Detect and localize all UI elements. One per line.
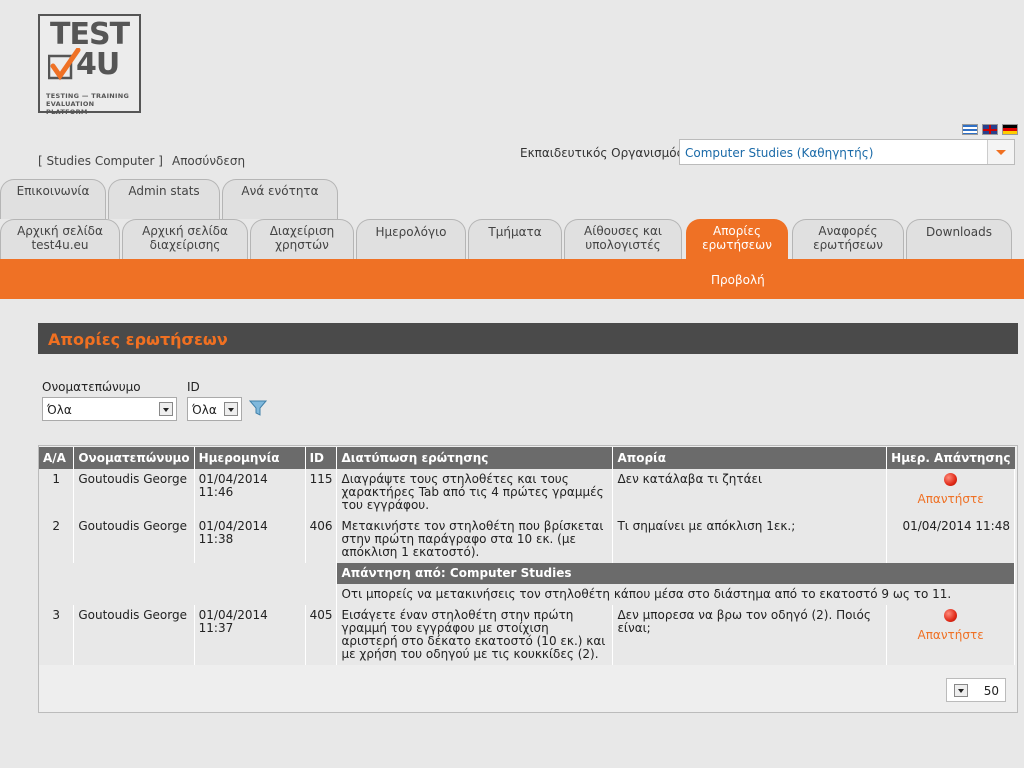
tab-downloads[interactable]: Downloads [906,219,1012,259]
tab-departments[interactable]: Τμήματα [468,219,562,259]
unanswered-status-icon [944,609,958,622]
logo-text-test: TEST [50,17,130,52]
tab-label: Τμήματα [488,225,542,239]
tab-label: Ανά ενότητα [241,184,319,198]
tab-user-management[interactable]: Διαχείριση χρηστών [250,219,354,259]
tab-question-issues[interactable]: Απορίες ερωτήσεων [686,219,788,259]
col-header-answer-date[interactable]: Ημερ. Απάντησης [886,447,1015,469]
cell-aa: 3 [39,605,75,665]
subnav-bar [0,259,1024,299]
filter-name-select[interactable]: Όλα [42,397,177,421]
tab-label: Διαχείριση χρηστών [269,224,335,252]
filter-name-label: Ονοματεπώνυμο [42,380,141,394]
filter-id-value: Όλα [192,403,217,417]
logout-link[interactable]: Αποσύνδεση [172,154,245,168]
col-header-name[interactable]: Ονοματεπώνυμο [73,447,195,469]
tab-label: Ημερολόγιο [375,225,447,239]
cell-question: Μετακινήστε τον στηλοθέτη που βρίσκεται … [336,516,614,563]
col-header-aa[interactable]: A/A [39,447,75,469]
col-header-issue[interactable]: Απορία [612,447,888,469]
org-select-value: Computer Studies (Καθηγητής) [685,146,874,160]
funnel-icon[interactable] [249,399,267,417]
tab-label: Απορίες ερωτήσεων [702,224,772,252]
tab-label: Αρχική σελίδα διαχείρισης [142,224,228,252]
cell-date: 01/04/2014 11:38 [194,516,306,563]
subnav-view-link[interactable]: Προβολή [711,273,765,287]
table-row[interactable]: 1 Goutoudis George 01/04/2014 11:46 115 … [39,469,1015,516]
answer-spacer [39,563,338,584]
greek-flag-icon[interactable] [962,124,978,135]
page-title-bar: Απορίες ερωτήσεων [38,323,1018,354]
page-title: Απορίες ερωτήσεων [48,330,228,349]
table-row[interactable]: 3 Goutoudis George 01/04/2014 11:37 405 … [39,605,1015,665]
answer-spacer [39,584,338,605]
tab-rooms-computers[interactable]: Αίθουσες και υπολογιστές [564,219,682,259]
table-row[interactable]: 2 Goutoudis George 01/04/2014 11:38 406 … [39,516,1015,563]
answer-text: Οτι μπορείς να μετακινήσεις τον στηλοθέτ… [336,584,1015,605]
chevron-down-icon[interactable] [224,402,238,416]
table-header-row: A/A Ονοματεπώνυμο Ημερομηνία ID Διατύπωσ… [39,447,1015,469]
cell-date: 01/04/2014 11:46 [194,469,306,516]
tab-admin-home[interactable]: Αρχική σελίδα διαχείρισης [122,219,248,259]
page-size-select[interactable]: 50 [946,678,1006,702]
org-label: Εκπαιδευτικός Οργανισμός: [520,146,688,160]
col-header-question[interactable]: Διατύπωση ερώτησης [336,447,614,469]
tab-calendar[interactable]: Ημερολόγιο [356,219,466,259]
chevron-down-icon[interactable] [159,402,173,416]
tab-label: Admin stats [128,184,200,198]
tab-admin-stats[interactable]: Admin stats [108,179,220,219]
test4u-logo[interactable]: TEST 4U TESTING — TRAINING EVALUATION PL… [38,14,141,116]
page-size-value: 50 [983,684,999,698]
chevron-down-icon[interactable] [987,140,1014,164]
cell-answer: Απαντήστε [886,605,1015,665]
user-profile-link[interactable]: [ Studies Computer ] [38,154,163,168]
cell-answer-date: 01/04/2014 11:48 [886,516,1015,563]
reply-link[interactable]: Απαντήστε [917,628,983,642]
answer-header-row: Απάντηση από: Computer Studies [39,563,1015,584]
cell-issue: Δεν μπορεσα να βρω τον οδηγό (2). Ποιός … [612,605,888,665]
answer-text-row: Οτι μπορείς να μετακινήσεις τον στηλοθέτ… [39,584,1015,605]
org-select[interactable]: Computer Studies (Καθηγητής) [679,139,1015,165]
cell-name: Goutoudis George [73,469,195,516]
tab-communication[interactable]: Επικοινωνία [0,179,106,219]
answer-header: Απάντηση από: Computer Studies [336,563,1015,584]
tab-label: Αναφορές ερωτήσεων [813,224,883,252]
filter-name-value: Όλα [47,403,72,417]
tab-question-reports[interactable]: Αναφορές ερωτήσεων [792,219,904,259]
cell-aa: 2 [39,516,75,563]
logo-tagline: TESTING — TRAINING EVALUATION PLATFORM [46,92,130,116]
tab-label: Επικοινωνία [16,184,90,198]
cell-date: 01/04/2014 11:37 [194,605,306,665]
cell-name: Goutoudis George [73,605,195,665]
tab-per-section[interactable]: Ανά ενότητα [222,179,338,219]
unanswered-status-icon [944,473,958,486]
tab-label: Αίθουσες και υπολογιστές [584,224,662,252]
cell-question: Διαγράψτε τους στηλοθέτες και τους χαρακ… [336,469,614,516]
filter-id-label: ID [187,380,200,394]
logo-text-4u: 4U [76,47,120,82]
cell-id: 115 [305,469,338,516]
chevron-down-icon[interactable] [954,684,968,697]
cell-issue: Δεν κατάλαβα τι ζητάει [612,469,888,516]
cell-id: 405 [305,605,338,665]
tab-home-test4u[interactable]: Αρχική σελίδα test4u.eu [0,219,120,259]
cell-issue: Τι σημαίνει με απόκλιση 1εκ.; [612,516,888,563]
cell-aa: 1 [39,469,75,516]
col-header-id[interactable]: ID [305,447,338,469]
col-header-date[interactable]: Ημερομηνία [194,447,306,469]
issues-table: A/A Ονοματεπώνυμο Ημερομηνία ID Διατύπωσ… [39,447,1015,665]
cell-id: 406 [305,516,338,563]
uk-flag-icon[interactable] [982,124,998,135]
german-flag-icon[interactable] [1002,124,1018,135]
cell-question: Εισάγετε έναν στηλοθέτη στην πρώτη γραμμ… [336,605,614,665]
cell-answer: Απαντήστε [886,469,1015,516]
cell-name: Goutoudis George [73,516,195,563]
tab-label: Αρχική σελίδα test4u.eu [17,224,103,252]
reply-link[interactable]: Απαντήστε [917,492,983,506]
filter-id-select[interactable]: Όλα [187,397,242,421]
tab-label: Downloads [926,225,992,239]
